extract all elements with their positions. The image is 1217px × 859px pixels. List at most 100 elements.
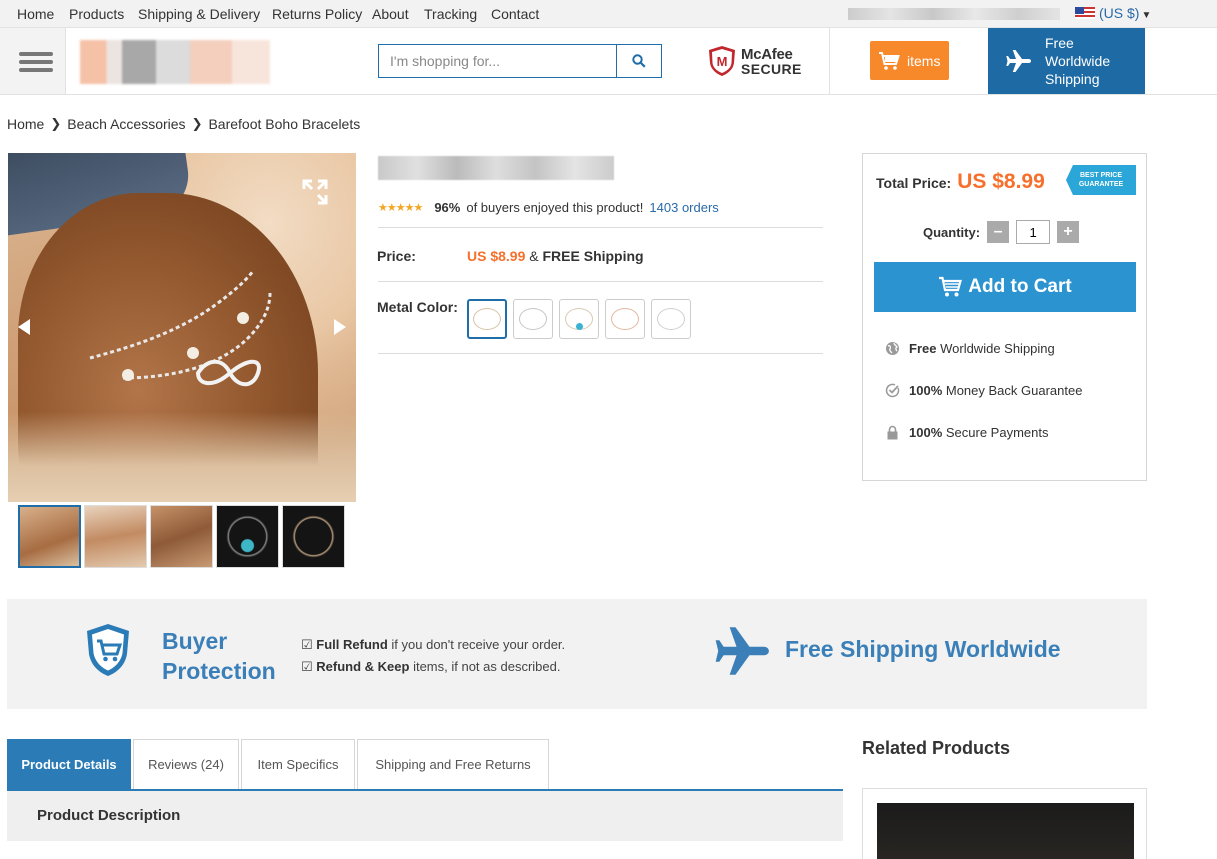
thumbnail-4[interactable] (216, 505, 279, 568)
product-tabs: Product Details Reviews (24) Item Specif… (7, 739, 549, 789)
search-icon (632, 54, 646, 68)
price-value: US $8.99 (467, 248, 526, 264)
metal-color-swatches (467, 299, 691, 339)
metal-color-label: Metal Color: (377, 299, 458, 315)
product-description-heading: Product Description (37, 807, 181, 824)
cart-icon (939, 276, 963, 297)
account-email-redacted[interactable] (848, 8, 1060, 20)
tab-item-specifics[interactable]: Item Specifics (241, 739, 355, 789)
cart-label: items (907, 52, 941, 69)
tab-reviews[interactable]: Reviews (24) (133, 739, 239, 789)
product-description-header: Product Description (7, 791, 843, 841)
free-shipping-worldwide-banner: Free Shipping Worldwide (785, 636, 1061, 662)
tab-shipping-returns[interactable]: Shipping and Free Returns (357, 739, 549, 789)
buyer-protection-line2: Protection (162, 658, 276, 684)
color-swatch-2[interactable] (513, 299, 553, 339)
breadcrumb: Home ❯ Beach Accessories ❯ Barefoot Boho… (7, 116, 360, 132)
feature-1-text: Worldwide Shipping (940, 341, 1055, 356)
product-main-image[interactable] (8, 153, 356, 502)
rating-text: of buyers enjoyed this product! (466, 200, 644, 215)
total-price-row: Total Price: US $8.99 (876, 170, 1045, 194)
thumbnail-5[interactable] (282, 505, 345, 568)
breadcrumb-home[interactable]: Home (7, 116, 44, 132)
us-flag-icon (1075, 7, 1095, 19)
mcafee-secure-badge[interactable]: M McAfee SECURE (706, 44, 802, 78)
color-swatch-4[interactable] (605, 299, 645, 339)
feature-money-back: 100% Money Back Guarantee (885, 383, 1082, 398)
buyer-protection-band: Buyer Protection ☑ Full Refund if you do… (7, 599, 1147, 709)
quantity-label: Quantity: (923, 224, 981, 240)
chevron-down-icon: ▼ (1141, 10, 1152, 21)
feature-1-bold: Free (909, 341, 937, 356)
rating-percent: 96% (434, 200, 461, 215)
chevron-right-icon: ❯ (191, 116, 203, 131)
quantity-input[interactable] (1016, 220, 1051, 244)
image-prev-arrow-icon[interactable] (18, 319, 30, 335)
related-product-image[interactable] (877, 803, 1134, 859)
product-title-redacted (378, 156, 614, 180)
color-swatch-5[interactable] (651, 299, 691, 339)
thumbnail-1[interactable] (18, 505, 81, 568)
protection-item-1: ☑ Full Refund if you don't receive your … (301, 634, 565, 656)
feature-3-bold: 100% (909, 425, 943, 440)
color-swatch-1[interactable] (467, 299, 507, 339)
price-shipping-note: FREE Shipping (542, 248, 644, 264)
top-nav: Home Products Shipping & Delivery Return… (0, 0, 1217, 28)
free-shipping-header-text: Free Worldwide Shipping (1045, 35, 1111, 87)
cart-icon (879, 51, 900, 70)
svg-text:M: M (717, 54, 728, 69)
divider (378, 353, 823, 354)
feature-2-text: Money Back Guarantee (945, 383, 1083, 398)
protection-item-1-bold: Full Refund (316, 637, 388, 652)
breadcrumb-current: Barefoot Boho Bracelets (208, 116, 361, 132)
check-circle-icon (885, 383, 900, 398)
related-product-card[interactable] (862, 788, 1147, 859)
nav-products[interactable]: Products (69, 6, 124, 22)
cart-button[interactable]: items (870, 41, 949, 80)
currency-selector[interactable]: (US $) ▼ (1075, 5, 1151, 21)
free-shipping-header-box[interactable]: Free Worldwide Shipping (988, 28, 1145, 94)
tab-product-details[interactable]: Product Details (7, 739, 131, 789)
related-products-heading: Related Products (862, 738, 1011, 758)
add-to-cart-label: Add to Cart (968, 276, 1072, 297)
nav-tracking[interactable]: Tracking (424, 6, 477, 22)
search-form (378, 44, 662, 78)
feature-3-text: Secure Payments (945, 425, 1049, 440)
total-price-label: Total Price: (876, 175, 952, 191)
hamburger-menu-button[interactable] (0, 28, 66, 94)
image-next-arrow-icon[interactable] (334, 319, 346, 335)
add-to-cart-button[interactable]: Add to Cart (874, 262, 1136, 312)
search-input[interactable] (379, 45, 616, 77)
buyer-protection-title: Buyer Protection (162, 626, 276, 686)
checkbox-checked-icon: ☑ (301, 659, 313, 674)
quantity-decrease-button[interactable]: – (987, 221, 1010, 243)
breadcrumb-beach-accessories[interactable]: Beach Accessories (67, 116, 185, 132)
thumbnail-3[interactable] (150, 505, 213, 568)
protection-item-2: ☑ Refund & Keep items, if not as describ… (301, 656, 565, 678)
protection-item-2-text: items, if not as described. (413, 659, 561, 674)
star-rating-icon: ★★★★★ (378, 202, 423, 214)
nav-returns-policy[interactable]: Returns Policy (272, 6, 362, 22)
airplane-icon (1006, 50, 1031, 72)
quantity-stepper: Quantity: – + (923, 220, 1080, 244)
thumbnail-2[interactable] (84, 505, 147, 568)
price-amp: & (529, 248, 539, 264)
nav-home[interactable]: Home (17, 6, 54, 22)
feature-2-bold: 100% (909, 383, 943, 398)
shield-cart-icon (87, 624, 129, 676)
nav-contact[interactable]: Contact (491, 6, 539, 22)
lock-icon (887, 425, 898, 440)
site-logo[interactable] (80, 40, 270, 84)
nav-shipping-delivery[interactable]: Shipping & Delivery (138, 6, 260, 22)
mcafee-shield-icon: M (709, 46, 735, 76)
mcafee-line2: SECURE (741, 61, 802, 77)
rating-summary: ★★★★★ 96% of buyers enjoyed this product… (378, 200, 719, 215)
price-label: Price: (377, 248, 416, 264)
nav-about[interactable]: About (372, 6, 409, 22)
badge-line2: GUARANTEE (1078, 181, 1124, 188)
color-swatch-3[interactable] (559, 299, 599, 339)
expand-icon[interactable] (300, 177, 330, 207)
orders-link[interactable]: 1403 orders (649, 200, 718, 215)
search-button[interactable] (616, 45, 661, 77)
quantity-increase-button[interactable]: + (1057, 221, 1080, 243)
